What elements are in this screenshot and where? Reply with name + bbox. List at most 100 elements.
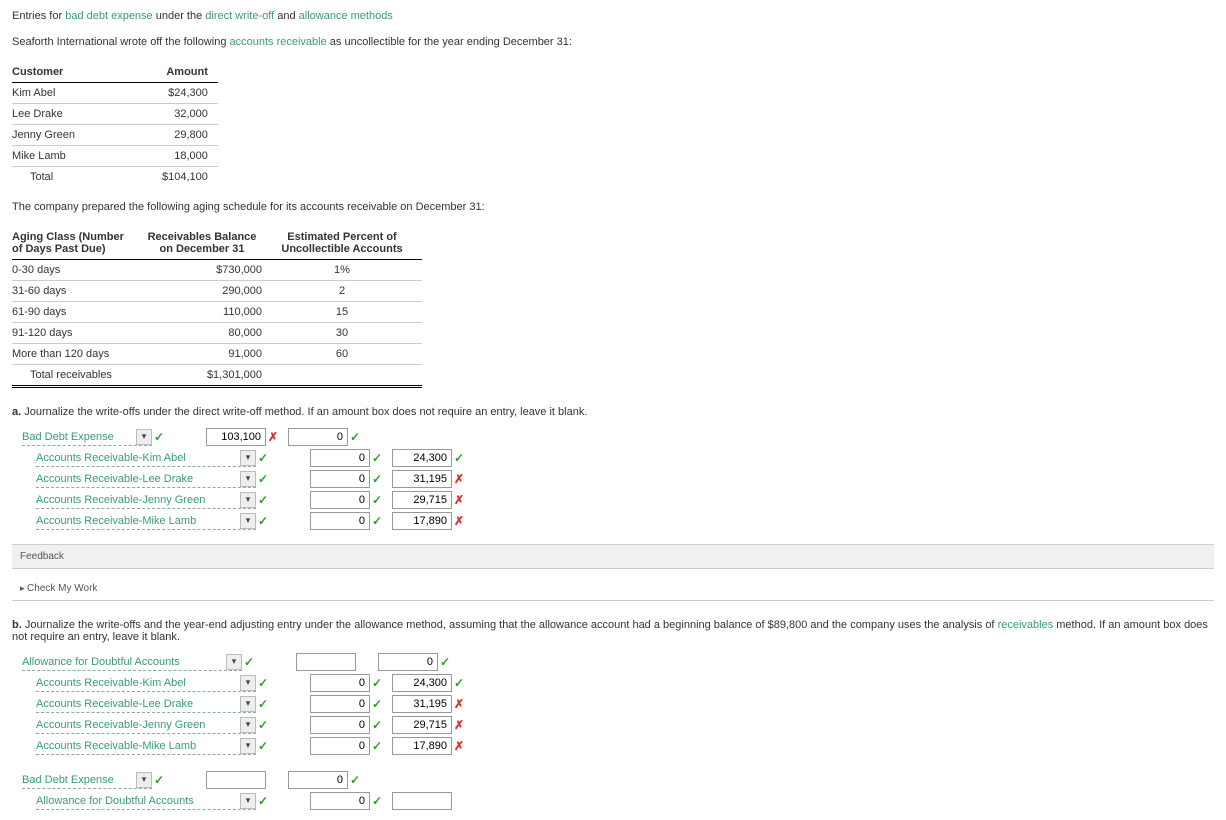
x-icon: ✗ [452, 514, 466, 528]
debit-input[interactable] [310, 470, 370, 488]
journal-row: Accounts Receivable-Mike Lamb▾✓✓✗ [36, 737, 1214, 755]
debit-input[interactable] [310, 449, 370, 467]
debit-input[interactable] [206, 771, 266, 789]
check-icon: ✓ [452, 451, 466, 465]
credit-input[interactable] [392, 737, 452, 755]
journal-b2: Bad Debt Expense▾✓✓Allowance for Doubtfu… [22, 771, 1214, 810]
check-icon: ✓ [370, 472, 384, 486]
x-icon: ✗ [452, 493, 466, 507]
account-dropdown[interactable]: Accounts Receivable-Kim Abel▾ [36, 674, 256, 692]
account-dropdown[interactable]: Accounts Receivable-Mike Lamb▾ [36, 512, 256, 530]
chevron-down-icon: ▾ [240, 738, 256, 754]
journal-row: Accounts Receivable-Lee Drake▾✓✓✗ [36, 695, 1214, 713]
journal-row: Accounts Receivable-Jenny Green▾✓✓✗ [36, 491, 1214, 509]
customer-amount: $24,300 [162, 83, 218, 104]
check-icon: ✓ [370, 718, 384, 732]
chevron-down-icon: ▾ [136, 772, 152, 788]
credit-input[interactable] [288, 428, 348, 446]
aging-table: Aging Class (Number of Days Past Due) Re… [12, 227, 422, 388]
account-dropdown[interactable]: Accounts Receivable-Jenny Green▾ [36, 491, 256, 509]
chevron-down-icon: ▾ [240, 717, 256, 733]
check-icon: ✓ [256, 451, 270, 465]
chevron-down-icon: ▾ [240, 492, 256, 508]
debit-input[interactable] [310, 512, 370, 530]
credit-input[interactable] [392, 674, 452, 692]
check-icon: ✓ [370, 493, 384, 507]
credit-input[interactable] [378, 653, 438, 671]
check-icon: ✓ [348, 430, 362, 444]
debit-input[interactable] [310, 737, 370, 755]
check-icon: ✓ [370, 451, 384, 465]
x-icon: ✗ [452, 472, 466, 486]
link-bad-debt-expense[interactable]: bad debt expense [65, 10, 152, 22]
check-icon: ✓ [242, 655, 256, 669]
check-icon: ✓ [438, 655, 452, 669]
link-accounts-receivable[interactable]: accounts receivable [230, 36, 327, 48]
check-icon: ✓ [370, 697, 384, 711]
check-icon: ✓ [256, 794, 270, 808]
check-icon: ✓ [256, 697, 270, 711]
credit-input[interactable] [392, 470, 452, 488]
link-allowance-methods[interactable]: allowance methods [299, 10, 393, 22]
chevron-down-icon: ▾ [240, 793, 256, 809]
check-icon: ✓ [370, 676, 384, 690]
debit-input[interactable] [296, 653, 356, 671]
check-my-work-button[interactable]: Check My Work [12, 577, 1214, 601]
link-receivables[interactable]: receivables [998, 619, 1054, 631]
link-direct-write-off[interactable]: direct write-off [205, 10, 274, 22]
credit-input[interactable] [392, 512, 452, 530]
journal-row: Accounts Receivable-Lee Drake▾✓✓✗ [36, 470, 1214, 488]
customer-amount: 18,000 [162, 146, 218, 167]
journal-a: Bad Debt Expense▾✓✗✓Accounts Receivable-… [22, 428, 1214, 530]
debit-input[interactable] [310, 674, 370, 692]
question-a: a. Journalize the write-offs under the d… [12, 406, 1214, 418]
credit-input[interactable] [392, 449, 452, 467]
check-icon: ✓ [256, 676, 270, 690]
customer-name: Lee Drake [12, 104, 162, 125]
check-icon: ✓ [370, 794, 384, 808]
check-icon: ✓ [348, 773, 362, 787]
x-icon: ✗ [452, 739, 466, 753]
journal-b1: Allowance for Doubtful Accounts▾✓✓Accoun… [22, 653, 1214, 755]
customer-amount: 29,800 [162, 125, 218, 146]
chevron-down-icon: ▾ [240, 471, 256, 487]
credit-input[interactable] [392, 716, 452, 734]
debit-input[interactable] [310, 792, 370, 810]
account-dropdown[interactable]: Accounts Receivable-Mike Lamb▾ [36, 737, 256, 755]
journal-row: Allowance for Doubtful Accounts▾✓✓ [36, 792, 1214, 810]
check-icon: ✓ [256, 718, 270, 732]
debit-input[interactable] [310, 491, 370, 509]
chevron-down-icon: ▾ [240, 450, 256, 466]
debit-input[interactable] [310, 695, 370, 713]
journal-row: Allowance for Doubtful Accounts▾✓✓ [22, 653, 1214, 671]
account-dropdown[interactable]: Accounts Receivable-Kim Abel▾ [36, 449, 256, 467]
account-dropdown[interactable]: Bad Debt Expense▾ [22, 771, 152, 789]
credit-input[interactable] [392, 695, 452, 713]
journal-row: Accounts Receivable-Kim Abel▾✓✓✓ [36, 449, 1214, 467]
credit-input[interactable] [392, 491, 452, 509]
account-dropdown[interactable]: Accounts Receivable-Jenny Green▾ [36, 716, 256, 734]
customer-name: Mike Lamb [12, 146, 162, 167]
account-dropdown[interactable]: Accounts Receivable-Lee Drake▾ [36, 470, 256, 488]
chevron-down-icon: ▾ [136, 429, 152, 445]
chevron-down-icon: ▾ [226, 654, 242, 670]
customer-name: Kim Abel [12, 83, 162, 104]
check-icon: ✓ [256, 739, 270, 753]
page-title: Entries for bad debt expense under the d… [12, 10, 1214, 22]
debit-input[interactable] [310, 716, 370, 734]
credit-input[interactable] [288, 771, 348, 789]
journal-row: Accounts Receivable-Jenny Green▾✓✓✗ [36, 716, 1214, 734]
aging-intro: The company prepared the following aging… [12, 201, 1214, 213]
debit-input[interactable] [206, 428, 266, 446]
credit-input[interactable] [392, 792, 452, 810]
x-icon: ✗ [452, 697, 466, 711]
customer-table: CustomerAmount Kim Abel$24,300Lee Drake3… [12, 62, 218, 187]
check-icon: ✓ [370, 514, 384, 528]
account-dropdown[interactable]: Allowance for Doubtful Accounts▾ [36, 792, 256, 810]
account-dropdown[interactable]: Bad Debt Expense▾ [22, 428, 152, 446]
account-dropdown[interactable]: Accounts Receivable-Lee Drake▾ [36, 695, 256, 713]
check-icon: ✓ [256, 472, 270, 486]
account-dropdown[interactable]: Allowance for Doubtful Accounts▾ [22, 653, 242, 671]
journal-row: Accounts Receivable-Kim Abel▾✓✓✓ [36, 674, 1214, 692]
check-icon: ✓ [452, 676, 466, 690]
